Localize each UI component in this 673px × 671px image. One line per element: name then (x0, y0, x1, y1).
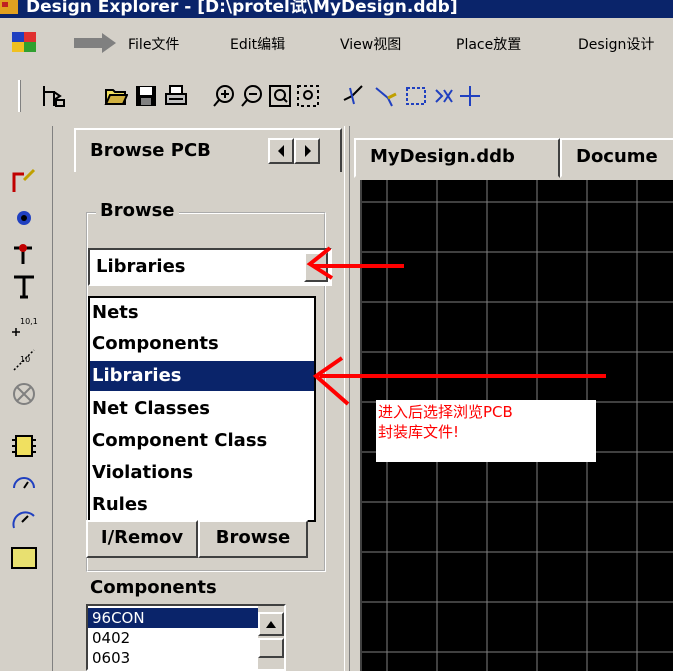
browse-button[interactable]: Browse (198, 520, 308, 558)
tab-mydesign[interactable]: MyDesign.ddb (354, 138, 560, 178)
open-folder-icon[interactable] (104, 84, 128, 108)
list-item[interactable]: 96CON (88, 608, 270, 628)
save-icon[interactable] (134, 84, 158, 108)
zoom-area-icon[interactable] (296, 84, 320, 108)
deselect-icon[interactable] (432, 84, 456, 108)
wire-icon[interactable] (374, 84, 398, 108)
arc-center-icon[interactable] (10, 470, 38, 498)
annotation-text: 进入后选择浏览PCB 封装库文件! (378, 403, 513, 441)
tab-documents[interactable]: Docume (560, 138, 673, 178)
select-rect-icon[interactable] (404, 84, 428, 108)
dropdown-option-components[interactable]: Components (90, 329, 314, 359)
toolbar-grip[interactable] (18, 80, 21, 112)
zoom-in-icon[interactable] (212, 84, 236, 108)
arrow-right-icon (305, 145, 311, 157)
navigation-arrow-icon[interactable] (72, 32, 118, 54)
components-label: Components (90, 577, 217, 598)
scroll-up-button[interactable] (258, 612, 284, 636)
red-arrow-to-libraries (312, 356, 606, 406)
via-icon[interactable] (10, 240, 38, 268)
panel-button-row: I/Remov Browse (86, 520, 318, 560)
component-icon[interactable] (10, 432, 38, 460)
scroll-thumb[interactable] (258, 638, 284, 658)
menu-view[interactable]: View视图 (340, 34, 401, 54)
layers-icon[interactable] (42, 84, 66, 108)
arrow-left-icon (278, 145, 284, 157)
document-tabs: MyDesign.ddb Docume (352, 130, 673, 180)
dimension-icon[interactable]: 10 (10, 346, 38, 374)
print-icon[interactable] (164, 84, 188, 108)
title-bar[interactable]: Design Explorer - [D:\protel试\MyDesign.d… (0, 0, 673, 18)
svg-text:10: 10 (20, 355, 30, 364)
red-arrow-to-select (306, 246, 404, 280)
menu-edit[interactable]: Edit编辑 (230, 34, 285, 54)
svg-text:10,10: 10,10 (20, 317, 38, 326)
menu-place[interactable]: Place放置 (456, 34, 521, 54)
app-icon (0, 0, 18, 14)
browse-group-label: Browse (96, 200, 179, 221)
placement-toolbar: 10,10 10 (0, 126, 53, 671)
zoom-out-icon[interactable] (240, 84, 264, 108)
arc-pen-icon[interactable] (10, 166, 38, 194)
panel-tab-label: Browse PCB (90, 140, 211, 161)
add-remove-button[interactable]: I/Remov (86, 520, 198, 558)
list-item[interactable]: 0603 (88, 648, 270, 668)
menu-file[interactable]: File文件 (128, 34, 179, 54)
list-scrollbar[interactable] (258, 606, 284, 669)
zoom-fit-icon[interactable] (268, 84, 292, 108)
chevron-up-icon (266, 621, 276, 628)
document-app-icon[interactable] (10, 28, 40, 58)
components-list[interactable]: 96CON 0402 0603 (86, 604, 286, 671)
interactive-route-icon[interactable] (342, 84, 366, 108)
browse-type-dropdown: Nets Components Libraries Net Classes Co… (88, 296, 316, 522)
dropdown-option-component-class[interactable]: Component Class (90, 426, 314, 456)
move-cross-icon[interactable] (458, 84, 482, 108)
pad-icon[interactable] (10, 204, 38, 232)
dropdown-option-nets[interactable]: Nets (90, 298, 314, 328)
browse-type-select[interactable]: Libraries (88, 248, 332, 286)
panel-tab[interactable]: Browse PCB (74, 128, 342, 172)
dropdown-option-net-classes[interactable]: Net Classes (90, 394, 314, 424)
tab-scroll-right-button[interactable] (294, 138, 320, 164)
browse-type-value: Libraries (96, 256, 186, 277)
list-item[interactable]: 0402 (88, 628, 270, 648)
origin-icon[interactable] (10, 380, 38, 408)
menu-bar: File文件 Edit编辑 View视图 Place放置 Design设计 (0, 18, 673, 70)
dropdown-option-libraries[interactable]: Libraries (90, 361, 314, 391)
menu-design[interactable]: Design设计 (578, 34, 654, 54)
dropdown-option-violations[interactable]: Violations (90, 458, 314, 488)
fill-icon[interactable] (10, 544, 38, 572)
toolbar (0, 70, 673, 126)
arc-edge-icon[interactable] (10, 506, 38, 534)
dropdown-option-rules[interactable]: Rules (90, 490, 314, 520)
window-title: Design Explorer - [D:\protel试\MyDesign.d… (26, 0, 458, 17)
coordinate-icon[interactable]: 10,10 (10, 310, 38, 338)
tab-scroll-left-button[interactable] (268, 138, 294, 164)
text-icon[interactable] (10, 272, 38, 300)
